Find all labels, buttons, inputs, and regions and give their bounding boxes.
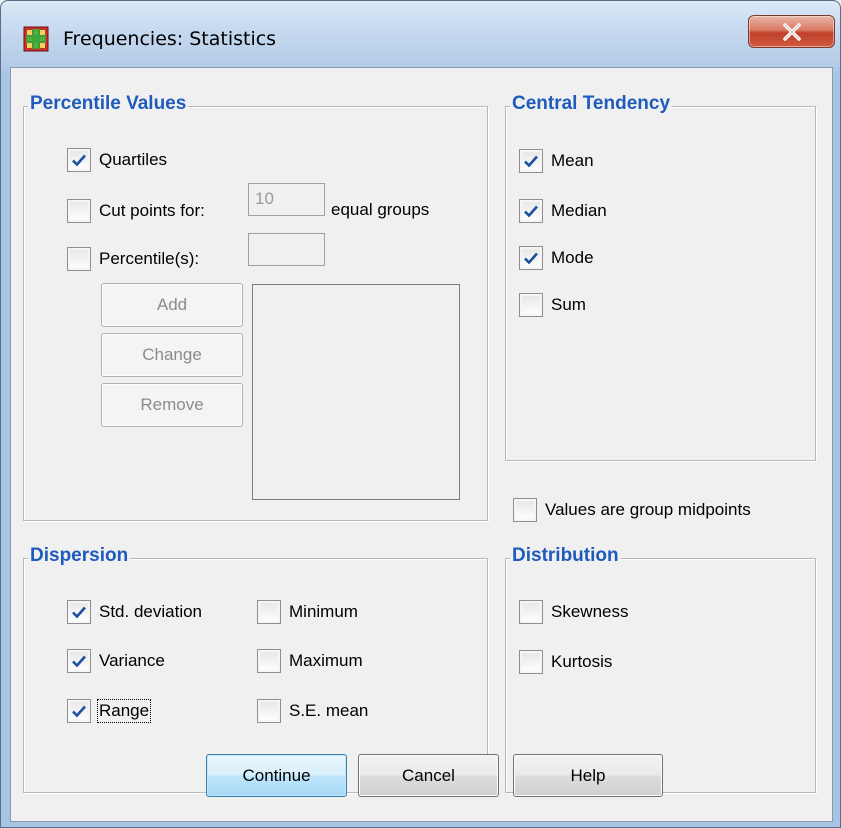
skewness-option[interactable]: Skewness <box>519 599 628 625</box>
sum-label: Sum <box>551 295 586 314</box>
sum-checkbox[interactable] <box>519 293 543 317</box>
percentiles-label: Percentile(s): <box>99 249 200 268</box>
group-midpoints-label: Values are group midpoints <box>545 500 751 519</box>
checkmark-icon <box>72 606 86 619</box>
dialog-window: Frequencies: Statistics Percentile Value… <box>0 0 841 828</box>
variance-label: Variance <box>99 651 165 670</box>
range-label: Range <box>96 699 152 723</box>
mean-option[interactable]: Mean <box>519 148 594 174</box>
mean-label: Mean <box>551 151 594 170</box>
kurtosis-label: Kurtosis <box>551 652 613 671</box>
quartiles-option[interactable]: Quartiles <box>67 147 167 173</box>
cut-points-input[interactable]: 10 <box>248 183 325 216</box>
checkmark-icon <box>524 155 538 168</box>
add-button[interactable]: Add <box>101 283 243 327</box>
checkmark-icon <box>524 205 538 218</box>
cancel-button[interactable]: Cancel <box>358 754 499 797</box>
window-title: Frequencies: Statistics <box>63 28 277 50</box>
percentiles-checkbox[interactable] <box>67 247 91 271</box>
median-checkbox[interactable] <box>519 199 543 223</box>
percentile-values-title: Percentile Values <box>28 93 189 115</box>
maximum-checkbox[interactable] <box>257 649 281 673</box>
checkmark-icon <box>72 705 86 718</box>
se-mean-label: S.E. mean <box>289 701 369 720</box>
maximum-option[interactable]: Maximum <box>257 648 363 674</box>
distribution-title: Distribution <box>510 545 621 567</box>
checkmark-icon <box>72 655 86 668</box>
skewness-checkbox[interactable] <box>519 600 543 624</box>
change-button[interactable]: Change <box>101 333 243 377</box>
median-label: Median <box>551 201 607 220</box>
mode-checkbox[interactable] <box>519 246 543 270</box>
cut-points-label: Cut points for: <box>99 201 205 220</box>
maximum-label: Maximum <box>289 651 363 670</box>
equal-groups-label: equal groups <box>331 200 430 219</box>
variance-checkbox[interactable] <box>67 649 91 673</box>
mode-option[interactable]: Mode <box>519 245 594 271</box>
dispersion-title: Dispersion <box>28 545 131 567</box>
continue-button[interactable]: Continue <box>206 754 347 797</box>
variance-option[interactable]: Variance <box>67 648 165 674</box>
std-deviation-option[interactable]: Std. deviation <box>67 599 202 625</box>
quartiles-checkbox[interactable] <box>67 148 91 172</box>
mean-checkbox[interactable] <box>519 149 543 173</box>
std-deviation-checkbox[interactable] <box>67 600 91 624</box>
percentiles-option[interactable]: Percentile(s): <box>67 246 199 272</box>
central-tendency-title: Central Tendency <box>510 93 673 115</box>
cut-points-option[interactable]: Cut points for: <box>67 198 205 224</box>
group-midpoints-checkbox[interactable] <box>513 498 537 522</box>
minimum-checkbox[interactable] <box>257 600 281 624</box>
minimum-option[interactable]: Minimum <box>257 599 358 625</box>
remove-button[interactable]: Remove <box>101 383 243 427</box>
percentile-input[interactable] <box>248 233 325 266</box>
kurtosis-checkbox[interactable] <box>519 650 543 674</box>
mode-label: Mode <box>551 248 594 267</box>
sum-option[interactable]: Sum <box>519 292 586 318</box>
skewness-label: Skewness <box>551 602 629 621</box>
dialog-client-area: Percentile Values Quartiles Cut points f… <box>10 67 833 822</box>
app-table-icon <box>23 26 49 52</box>
minimum-label: Minimum <box>289 602 358 621</box>
median-option[interactable]: Median <box>519 198 607 224</box>
close-icon <box>782 22 801 41</box>
range-checkbox[interactable] <box>67 699 91 723</box>
percentiles-list[interactable] <box>252 284 460 500</box>
se-mean-checkbox[interactable] <box>257 699 281 723</box>
close-button[interactable] <box>748 15 835 48</box>
checkmark-icon <box>524 252 538 265</box>
cut-points-checkbox[interactable] <box>67 199 91 223</box>
std-deviation-label: Std. deviation <box>99 602 203 621</box>
quartiles-label: Quartiles <box>99 150 168 169</box>
help-button[interactable]: Help <box>513 754 663 797</box>
title-bar[interactable]: Frequencies: Statistics <box>1 1 840 67</box>
se-mean-option[interactable]: S.E. mean <box>257 698 368 724</box>
range-option[interactable]: Range <box>67 698 152 724</box>
checkmark-icon <box>72 154 86 167</box>
kurtosis-option[interactable]: Kurtosis <box>519 649 612 675</box>
group-midpoints-option[interactable]: Values are group midpoints <box>513 497 751 523</box>
